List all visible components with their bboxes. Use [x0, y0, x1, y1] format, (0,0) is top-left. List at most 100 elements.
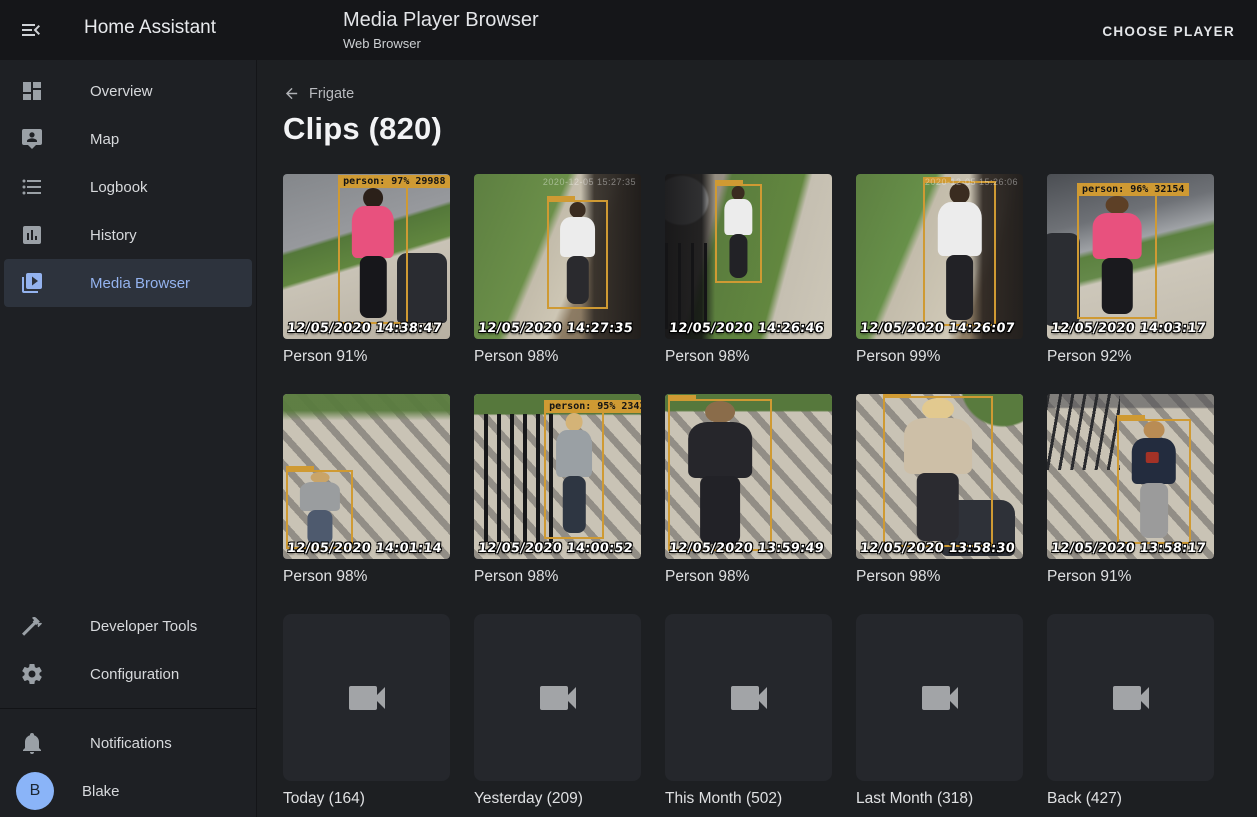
stroller-shape [1047, 233, 1080, 325]
sidebar-item-media-browser[interactable]: Media Browser [4, 259, 252, 307]
page-title: Clips (820) [283, 111, 1257, 147]
clip-thumbnail: 12/05/2020 14:01:14 [283, 394, 450, 559]
sidebar-item-history[interactable]: History [4, 211, 252, 259]
folder-card-yesterday[interactable]: Yesterday (209) [474, 614, 641, 808]
hammer-icon [20, 614, 44, 638]
clip-caption: Person 91% [1047, 568, 1214, 586]
clip-card[interactable]: person: 97% 29988 12/05/2020 14:38:47 Pe… [283, 174, 450, 366]
person-figure [1102, 258, 1132, 314]
sidebar-item-notifications[interactable]: Notifications [4, 719, 252, 767]
sidebar-item-logbook[interactable]: Logbook [4, 163, 252, 211]
clip-thumbnail: person: 96% 32154 12/05/2020 14:03:17 [1047, 174, 1214, 339]
clip-card[interactable]: 2020-12-05 15:26:06 12/05/2020 14:26:07 … [856, 174, 1023, 366]
person-figure [352, 206, 394, 257]
folder-card-today[interactable]: Today (164) [283, 614, 450, 808]
detection-box [1117, 419, 1190, 544]
detection-box: person: 95% 23432 [544, 411, 604, 540]
detection-label: person: 96% 32154 [1077, 183, 1189, 196]
person-figure [563, 476, 585, 533]
folder-card-last-month[interactable]: Last Month (318) [856, 614, 1023, 808]
dialog-title: Media Player Browser [343, 9, 539, 32]
person-figure [1132, 438, 1176, 484]
sidebar: Overview Map Logbook History Media Brows… [0, 60, 257, 817]
sidebar-item-overview[interactable]: Overview [4, 67, 252, 115]
folder-card-back[interactable]: Back (427) [1047, 614, 1214, 808]
sidebar-item-map[interactable]: Map [4, 115, 252, 163]
folder-label: Back (427) [1047, 790, 1214, 808]
person-figure [700, 476, 740, 544]
clip-card[interactable]: 12/05/2020 13:58:17 Person 91% [1047, 394, 1214, 586]
clip-card[interactable]: 12/05/2020 13:58:30 Person 98% [856, 394, 1023, 586]
detection-box: person: 96% 32154 [1077, 194, 1157, 319]
person-figure [307, 510, 332, 545]
sidebar-toggle-button[interactable] [18, 18, 44, 42]
video-camera-icon [534, 674, 582, 722]
folder-thumbnail [283, 614, 450, 781]
person-figure [725, 199, 752, 235]
folder-thumbnail [474, 614, 641, 781]
folder-card-this-month[interactable]: This Month (502) [665, 614, 832, 808]
detection-box [923, 181, 996, 326]
camera-osd-timestamp: 2020-12-05 15:27:35 [543, 177, 636, 187]
clip-card[interactable]: 12/05/2020 14:01:14 Person 98% [283, 394, 450, 586]
clip-thumbnail: 2020-12-05 15:26:06 12/05/2020 14:26:07 [856, 174, 1023, 339]
folder-label: Today (164) [283, 790, 450, 808]
sidebar-item-profile[interactable]: B Blake [4, 767, 252, 815]
clips-grid: person: 97% 29988 12/05/2020 14:38:47 Pe… [283, 174, 1257, 808]
user-avatar: B [16, 772, 54, 810]
person-figure [705, 401, 735, 423]
timestamp-overlay: 12/05/2020 14:27:35 [477, 321, 633, 336]
clip-caption: Person 98% [856, 568, 1023, 586]
detection-label: person: 95% 23432 [544, 400, 641, 413]
chart-box-icon [20, 223, 44, 247]
sidebar-item-label: Logbook [90, 179, 148, 196]
clip-thumbnail: 12/05/2020 14:26:46 [665, 174, 832, 339]
clip-caption: Person 98% [283, 568, 450, 586]
list-bulleted-icon [20, 175, 44, 199]
detection-label [715, 180, 743, 186]
clip-card[interactable]: 12/05/2020 14:26:46 Person 98% [665, 174, 832, 366]
clip-card[interactable]: person: 95% 23432 12/05/2020 14:00:52 Pe… [474, 394, 641, 586]
clip-caption: Person 98% [474, 348, 641, 366]
clip-thumbnail: 2020-12-05 15:27:35 12/05/2020 14:27:35 [474, 174, 641, 339]
bell-icon [20, 731, 44, 755]
sidebar-item-label: Notifications [90, 735, 172, 752]
video-camera-icon [1107, 674, 1155, 722]
menu-open-icon [18, 18, 44, 42]
clip-card[interactable]: person: 96% 32154 12/05/2020 14:03:17 Pe… [1047, 174, 1214, 366]
person-figure [917, 473, 959, 541]
clip-card[interactable]: 12/05/2020 13:59:49 Person 98% [665, 394, 832, 586]
detection-box [286, 470, 353, 549]
detection-box [883, 396, 993, 548]
choose-player-button[interactable]: CHOOSE PLAYER [1094, 18, 1243, 45]
breadcrumb-back[interactable]: Frigate [283, 85, 354, 102]
folder-thumbnail [665, 614, 832, 781]
timestamp-overlay: 12/05/2020 13:58:30 [859, 541, 1015, 556]
clip-caption: Person 98% [665, 568, 832, 586]
timestamp-overlay: 12/05/2020 14:26:07 [859, 321, 1015, 336]
detection-label [286, 466, 314, 472]
person-figure [732, 186, 745, 200]
timestamp-overlay: 12/05/2020 14:26:46 [668, 321, 824, 336]
clip-caption: Person 99% [856, 348, 1023, 366]
timestamp-overlay: 12/05/2020 14:38:47 [286, 321, 442, 336]
timestamp-overlay: 12/05/2020 14:01:14 [286, 541, 442, 556]
person-figure [922, 398, 954, 420]
breadcrumb-label: Frigate [309, 86, 354, 102]
dashboard-icon [20, 79, 44, 103]
folder-label: This Month (502) [665, 790, 832, 808]
person-figure [937, 202, 981, 256]
sidebar-item-label: Media Browser [90, 275, 190, 292]
sidebar-item-configuration[interactable]: Configuration [4, 650, 252, 698]
play-box-multiple-icon [20, 271, 44, 295]
timestamp-overlay: 12/05/2020 14:00:52 [477, 541, 633, 556]
sidebar-item-developer-tools[interactable]: Developer Tools [4, 602, 252, 650]
media-browser-content: Frigate Clips (820) person: 97% 29988 12… [257, 60, 1257, 817]
clip-thumbnail: 12/05/2020 13:59:49 [665, 394, 832, 559]
folder-thumbnail [1047, 614, 1214, 781]
person-figure [1106, 196, 1129, 214]
clip-card[interactable]: 2020-12-05 15:27:35 12/05/2020 14:27:35 … [474, 174, 641, 366]
clip-thumbnail: person: 97% 29988 12/05/2020 14:38:47 [283, 174, 450, 339]
clip-caption: Person 92% [1047, 348, 1214, 366]
person-figure [363, 188, 383, 208]
